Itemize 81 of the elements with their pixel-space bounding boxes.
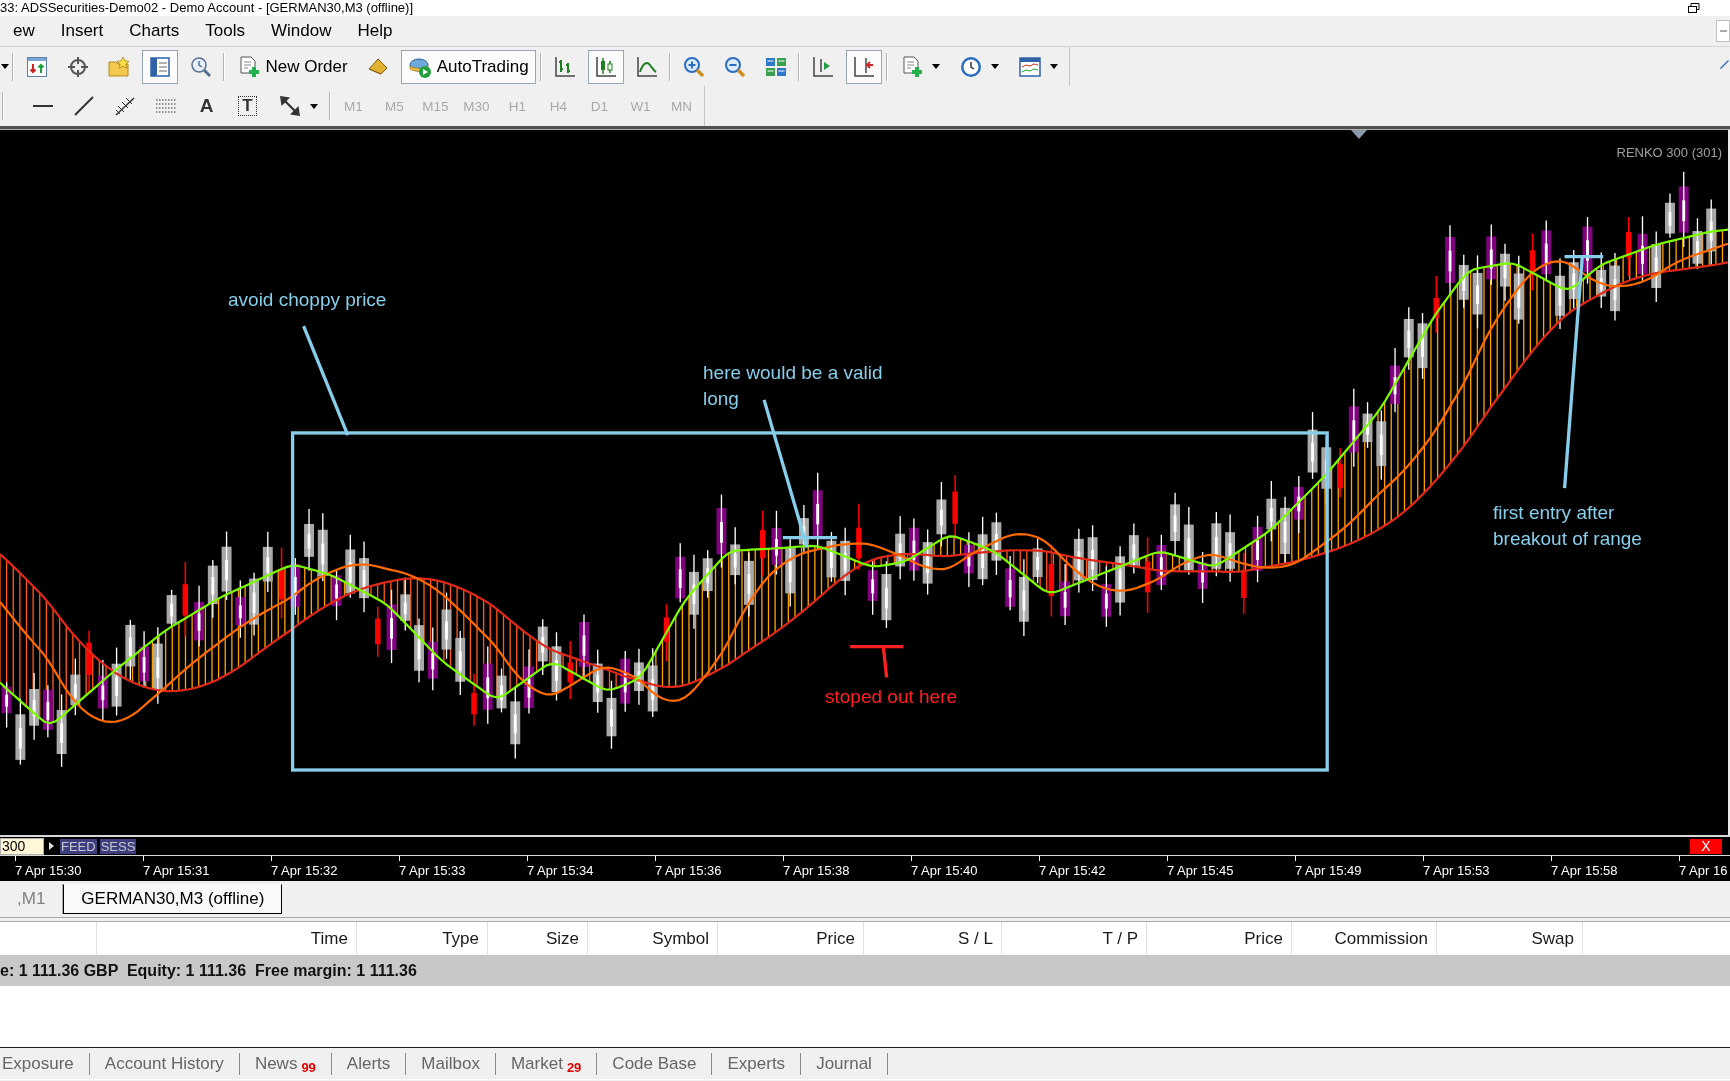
- zoom-out-icon: [722, 54, 747, 79]
- panel-tab[interactable]: Experts: [712, 1052, 802, 1075]
- column-header: Commission: [1334, 928, 1428, 949]
- column-header: Symbol: [652, 928, 709, 949]
- time-label: 7 Apr 15:45: [1167, 863, 1234, 878]
- chart-shift-icon: [810, 54, 835, 79]
- line-chart-icon: [634, 54, 659, 79]
- menu-item[interactable]: ew: [0, 18, 48, 44]
- time-label: 7 Apr 15:33: [399, 863, 466, 878]
- window-title: 33: ADSSecurities-Demo02 - Demo Account - [GERMAN30,M3 (offline)]: [0, 0, 414, 16]
- caret-icon: [309, 103, 318, 109]
- clock-icon: [958, 54, 983, 79]
- autoscroll-icon: [851, 54, 876, 79]
- restore-icon: [1688, 3, 1700, 13]
- triangle-icon: [49, 842, 54, 850]
- time-label: 7 Apr 15:53: [1423, 863, 1490, 878]
- caret-icon: [990, 64, 999, 69]
- folder-star-icon: [106, 54, 131, 79]
- time-label: 7 Apr 15:58: [1551, 863, 1618, 878]
- account-summary: e: 1 111.36 GBP Equity: 1 111.36 Free margin: 1 111.36: [0, 961, 417, 980]
- dotted-lines-icon: [153, 99, 178, 113]
- time-label: 7 Apr 15:40: [911, 863, 978, 878]
- pen-icon: [1719, 59, 1730, 69]
- panel-tab[interactable]: Market 29: [495, 1052, 598, 1075]
- status-label: SESS: [99, 838, 137, 854]
- panel-tab[interactable]: Mailbox: [406, 1052, 496, 1075]
- column-header: S / L: [958, 928, 993, 949]
- column-header: Swap: [1531, 928, 1574, 949]
- count-label: 99: [301, 1060, 316, 1075]
- menu-item[interactable]: Window: [258, 18, 345, 44]
- triangle-icon: [1351, 130, 1367, 139]
- time-label: 7 Apr 15:38: [783, 863, 850, 878]
- panel-tab[interactable]: Alerts: [331, 1052, 407, 1075]
- column-header: Size: [545, 928, 579, 949]
- toolbar-button[interactable]: T: [229, 89, 266, 123]
- chart-window-icon: [24, 54, 49, 79]
- crosshair-icon: [65, 54, 90, 79]
- time-label: 7 Apr 15:32: [271, 863, 338, 878]
- toolbar-button[interactable]: New Order: [229, 49, 355, 84]
- time-label: 7 Apr 15:31: [143, 863, 210, 878]
- bar-chart-icon: [552, 54, 577, 79]
- panel-tab[interactable]: Journal: [801, 1052, 888, 1075]
- time-label: 7 Apr 15:30: [15, 863, 82, 878]
- time-label: 7 Apr 16: [1679, 863, 1728, 878]
- panel-tab[interactable]: Code Base: [597, 1052, 713, 1075]
- indicator-label: RENKO 300 (301): [1616, 145, 1722, 160]
- menu-item[interactable]: Charts: [116, 18, 193, 44]
- status-label: FEED: [60, 838, 97, 854]
- time-label: 7 Apr 15:42: [1039, 863, 1106, 878]
- chart-template-icon: [1017, 54, 1042, 79]
- column-header: Price: [816, 928, 855, 949]
- double-arrow-icon: [277, 94, 302, 118]
- chart-tab[interactable]: GERMAN30,M3 (offline): [63, 884, 283, 914]
- time-label: 7 Apr 15:34: [527, 863, 594, 878]
- column-header: Price: [1244, 928, 1283, 949]
- toolbar-button[interactable]: [141, 49, 178, 84]
- magnifier-clock-icon: [188, 54, 213, 79]
- menu-item[interactable]: Tools: [192, 18, 259, 44]
- horizontal-line-icon: [30, 102, 55, 110]
- candlestick-icon: [593, 54, 618, 79]
- menu-item[interactable]: Insert: [47, 18, 117, 44]
- column-header: T / P: [1102, 928, 1138, 949]
- count-label: 29: [566, 1060, 582, 1075]
- caret-icon: [931, 64, 940, 69]
- input-field[interactable]: 300: [0, 837, 44, 855]
- toolbar-button[interactable]: AutoTrading: [400, 49, 536, 84]
- zoom-in-icon: [681, 54, 706, 79]
- panel-tab[interactable]: Account History: [89, 1052, 240, 1075]
- minimize-icon: [1716, 20, 1730, 42]
- close-button[interactable]: X: [1690, 838, 1722, 854]
- menu-item[interactable]: Help: [344, 18, 406, 44]
- caret-icon: [1049, 64, 1058, 69]
- toolbar-button[interactable]: A: [188, 89, 225, 123]
- window-list-icon: [147, 54, 172, 79]
- caret-icon: [1, 64, 9, 69]
- column-header: Type: [442, 928, 479, 949]
- panel-tab[interactable]: Exposure: [0, 1052, 90, 1075]
- panel-tab[interactable]: News 99: [239, 1052, 332, 1075]
- time-label: 7 Apr 15:36: [655, 863, 722, 878]
- time-label: 7 Apr 15:49: [1295, 863, 1362, 878]
- column-header: Time: [310, 928, 348, 949]
